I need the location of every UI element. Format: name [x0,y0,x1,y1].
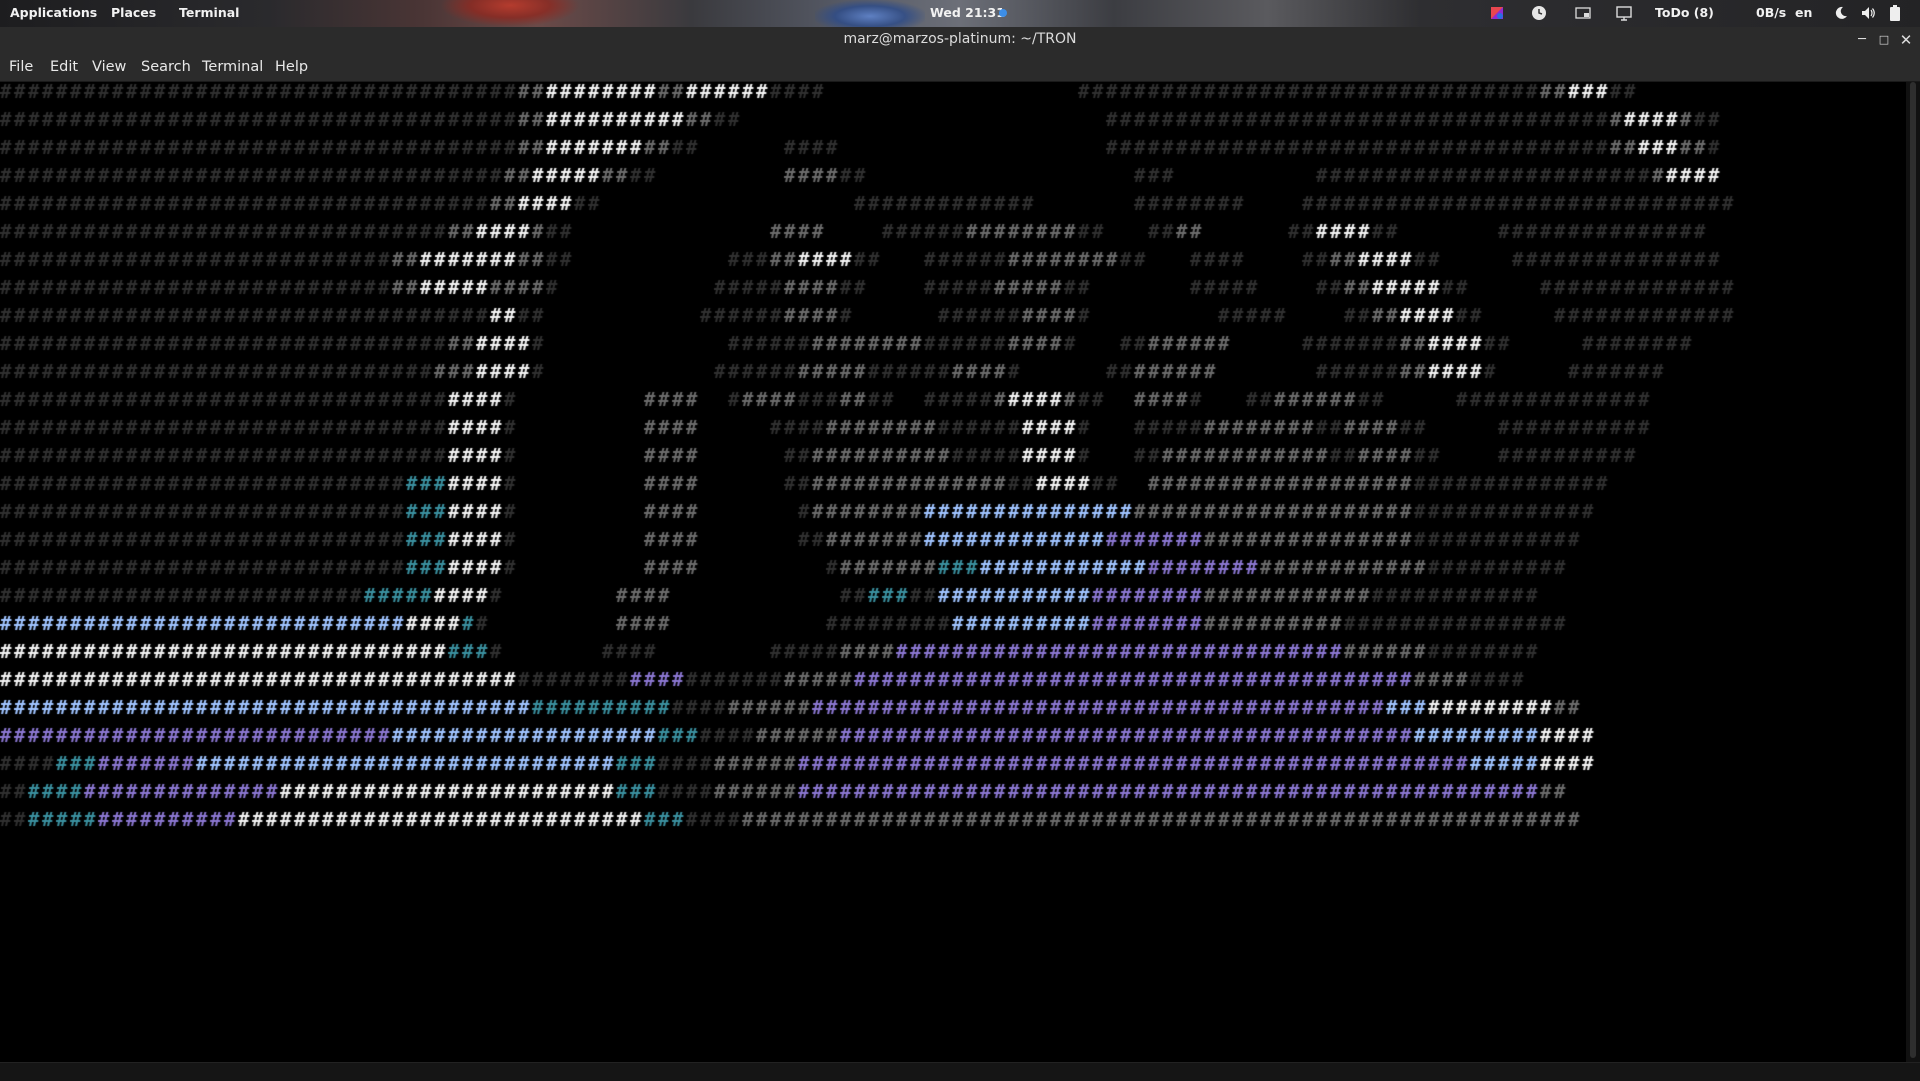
clock[interactable]: Wed 21:31 [930,5,1005,20]
night-light-icon[interactable] [1832,4,1850,22]
menu-search[interactable]: Search [141,57,191,77]
window-title-bar[interactable]: marz@marzos-platinum: ~/TRON ─ □ ✕ [0,27,1920,54]
menu-file[interactable]: File [9,57,33,77]
window-title: marz@marzos-platinum: ~/TRON [843,31,1077,47]
maximize-icon[interactable]: □ [1874,30,1894,50]
terminal-app-menu[interactable]: Terminal [179,5,239,20]
color-app-icon[interactable] [1488,4,1506,22]
places-menu[interactable]: Places [111,5,156,20]
menu-view[interactable]: View [92,57,126,77]
panel-wallpaper-logo [815,0,925,27]
minimize-icon[interactable]: ─ [1852,30,1872,50]
clock-app-icon[interactable] [1530,4,1548,22]
menu-terminal[interactable]: Terminal [202,57,263,77]
battery-icon[interactable] [1886,4,1904,22]
menu-edit[interactable]: Edit [50,57,78,77]
window-bottom-edge [0,1062,1920,1081]
volume-icon[interactable] [1859,4,1877,22]
close-icon[interactable]: ✕ [1896,30,1916,50]
todo-indicator[interactable]: ToDo (8) [1655,5,1714,20]
panel-wallpaper-figure [440,0,580,27]
menu-help[interactable]: Help [275,57,308,77]
keyboard-language[interactable]: en [1795,5,1812,20]
menu-bar: File Edit View Search Terminal Help [0,54,1920,82]
terminal-scrollbar[interactable] [1906,82,1920,1062]
screen-record-icon[interactable] [1574,4,1592,22]
display-icon[interactable] [1615,4,1633,22]
network-speed[interactable]: 0B/s [1756,5,1786,20]
tron-ascii-art [0,82,1906,1062]
applications-menu[interactable]: Applications [10,5,97,20]
notification-dot-icon [999,9,1007,17]
terminal-output[interactable] [0,82,1906,1062]
scrollbar-thumb[interactable] [1910,82,1916,1058]
top-panel: Applications Places Terminal Wed 21:31 T… [0,0,1920,28]
